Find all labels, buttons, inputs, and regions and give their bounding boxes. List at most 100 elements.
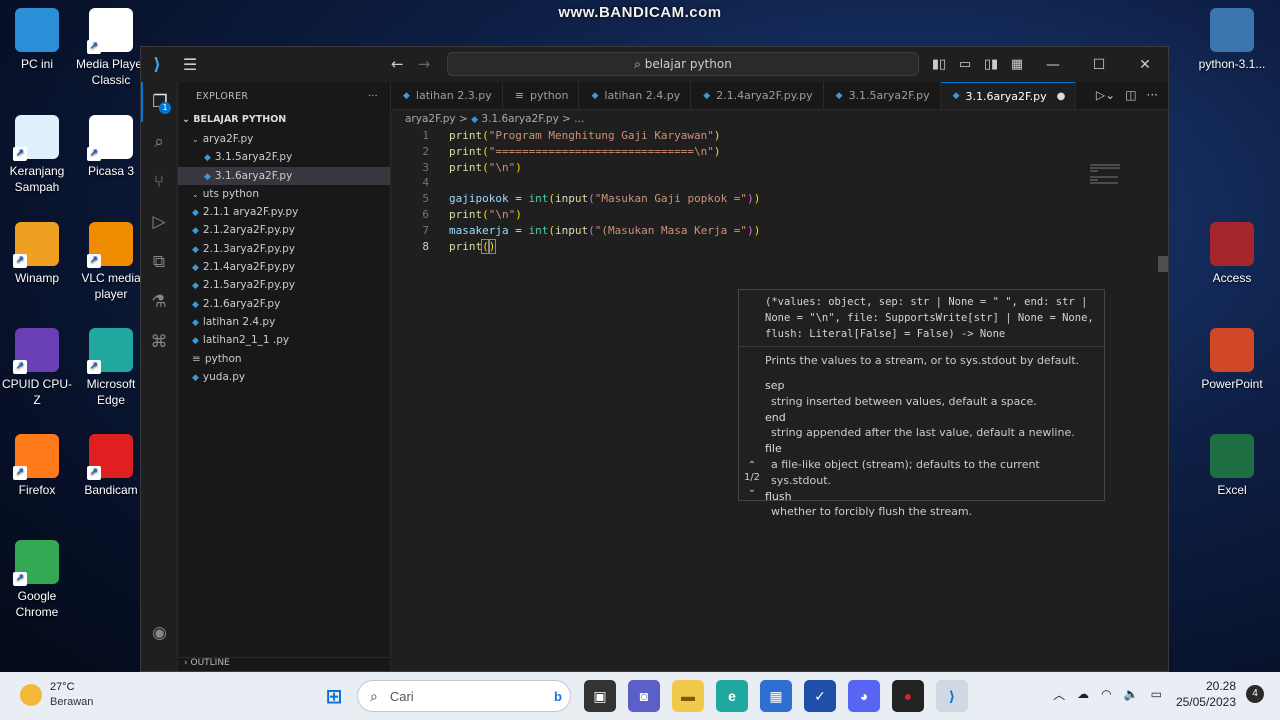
split-editor-icon[interactable]: ◫ bbox=[1125, 88, 1136, 102]
visual-studio-icon[interactable]: ✓ bbox=[804, 680, 836, 712]
teams-chat-icon[interactable]: ◙ bbox=[628, 680, 660, 712]
workspace-section[interactable]: ⌄ BELAJAR PYTHON bbox=[178, 110, 390, 130]
desktop-icon[interactable]: ↗ Picasa 3 bbox=[74, 115, 148, 179]
account-icon[interactable]: ◉ bbox=[141, 613, 178, 653]
notification-badge[interactable]: 4 bbox=[1246, 685, 1264, 703]
chevron-down-icon[interactable]: ⌄ bbox=[741, 484, 763, 496]
bandicam-taskbar-icon[interactable]: ● bbox=[892, 680, 924, 712]
taskbar-search[interactable]: ⌕ Cari b bbox=[357, 680, 571, 712]
more-actions-icon[interactable]: ··· bbox=[1147, 88, 1158, 102]
breadcrumb-rest: > ... bbox=[562, 113, 585, 125]
battery-icon[interactable]: ▭ bbox=[1151, 687, 1162, 701]
desktop-icon[interactable]: ↗ Google Chrome bbox=[0, 540, 74, 620]
desktop-icon[interactable]: ↗ VLC media player bbox=[74, 222, 148, 302]
toggle-panel-icon[interactable]: ▭ bbox=[952, 57, 978, 72]
run-icon[interactable]: ▷⌄ bbox=[1096, 88, 1115, 102]
desktop-icon[interactable]: PowerPoint bbox=[1195, 328, 1269, 392]
explorer-icon[interactable]: ❐ 1 bbox=[141, 82, 177, 122]
menu-icon[interactable]: ☰ bbox=[173, 55, 207, 74]
desktop-icon[interactable]: ↗ CPUID CPU-Z bbox=[0, 328, 74, 408]
wifi-icon[interactable]: ◠ bbox=[1101, 687, 1111, 701]
editor-tab[interactable]: ≡ python bbox=[503, 82, 580, 109]
tree-folder[interactable]: ⌄ uts python bbox=[178, 185, 390, 203]
chevron-up-tray-icon[interactable]: ︿ bbox=[1053, 686, 1065, 703]
network-alert-icon[interactable]: ☁ bbox=[1077, 687, 1089, 701]
tree-file[interactable]: ◆ 2.1.3arya2F.py.py bbox=[178, 240, 390, 258]
microsoft-store-icon[interactable]: ▦ bbox=[760, 680, 792, 712]
minimap[interactable] bbox=[1090, 164, 1120, 185]
tree-file[interactable]: ◆ 2.1.4arya2F.py.py bbox=[178, 258, 390, 276]
desktop-icon-label: Microsoft Edge bbox=[86, 377, 136, 407]
editor-tab[interactable]: ◆ 2.1.4arya2F.py.py bbox=[691, 82, 824, 109]
code-line[interactable]: 7 masakerja = int(input("(Masukan Masa Ke… bbox=[391, 223, 1168, 239]
code-line[interactable]: 6 print("\n") bbox=[391, 207, 1168, 223]
source-control-icon[interactable]: ⑂ bbox=[141, 162, 177, 202]
tree-file[interactable]: ◆ latihan2_1_1 .py bbox=[178, 331, 390, 349]
desktop-icon[interactable]: ↗ Bandicam bbox=[74, 434, 148, 498]
code-line[interactable]: 2 print("==============================\n… bbox=[391, 144, 1168, 160]
param-name: file bbox=[765, 442, 782, 456]
desktop-icon[interactable]: ↗ Microsoft Edge bbox=[74, 328, 148, 408]
forward-arrow-icon[interactable]: → bbox=[418, 55, 431, 73]
close-button[interactable]: ✕ bbox=[1122, 57, 1168, 73]
editor-tab[interactable]: ◆ latihan 2.3.py bbox=[391, 82, 503, 109]
file-explorer-icon[interactable]: ▬ bbox=[672, 680, 704, 712]
command-center[interactable]: ⌕ belajar python bbox=[447, 52, 919, 76]
tree-file[interactable]: ◆ 2.1.2arya2F.py.py bbox=[178, 221, 390, 239]
discord-icon[interactable]: ◕ bbox=[848, 680, 880, 712]
code-line[interactable]: 8 print() bbox=[391, 238, 1168, 255]
search-activity-icon[interactable]: ⌕ bbox=[141, 122, 177, 162]
code-line[interactable]: 3 print("\n") bbox=[391, 160, 1168, 176]
extensions-icon[interactable]: ⧉ bbox=[141, 242, 177, 282]
tree-file[interactable]: ◆ 3.1.5arya2F.py bbox=[178, 148, 390, 166]
code-line[interactable]: 5 gajipokok = int(input("Masukan Gaji pop… bbox=[391, 191, 1168, 207]
back-arrow-icon[interactable]: ← bbox=[391, 55, 404, 73]
edge-taskbar-icon[interactable]: e bbox=[716, 680, 748, 712]
tree-folder[interactable]: ⌄ arya2F.py bbox=[178, 130, 390, 148]
code-line[interactable]: 1 print("Program Menghitung Gaji Karyawan… bbox=[391, 128, 1168, 144]
chevron-up-icon[interactable]: ⌃ bbox=[741, 460, 763, 472]
tree-file[interactable]: ≡ python bbox=[178, 350, 390, 368]
desktop-icon[interactable]: Excel bbox=[1195, 434, 1269, 498]
editor-tab[interactable]: ◆ latihan 2.4.py bbox=[579, 82, 692, 109]
breadcrumb-file[interactable]: 3.1.6arya2F.py bbox=[481, 113, 558, 125]
run-debug-icon[interactable]: ▷ bbox=[141, 202, 177, 242]
code-line[interactable]: 4 bbox=[391, 175, 1168, 191]
editor-tab[interactable]: ◆ 3.1.6arya2F.py ● bbox=[940, 82, 1077, 109]
code-editor[interactable]: 1 print("Program Menghitung Gaji Karyawan… bbox=[391, 128, 1168, 254]
volume-icon[interactable]: 🔈 bbox=[1124, 687, 1139, 701]
tree-file[interactable]: ◆ yuda.py bbox=[178, 368, 390, 386]
breadcrumb-folder[interactable]: arya2F.py bbox=[405, 113, 456, 125]
desktop-icon[interactable]: ↗ Firefox bbox=[0, 434, 74, 498]
python-env-icon[interactable]: ⌘ bbox=[141, 322, 177, 362]
clock[interactable]: 20.28 25/05/2023 bbox=[1176, 678, 1236, 710]
outline-section[interactable]: › OUTLINE bbox=[178, 657, 390, 671]
maximize-button[interactable]: ☐ bbox=[1076, 57, 1122, 73]
tree-file[interactable]: ◆ 2.1.5arya2F.py.py bbox=[178, 276, 390, 294]
tree-file[interactable]: ◆ 2.1.1 arya2F.py.py bbox=[178, 203, 390, 221]
start-windows-icon[interactable]: ⊞ bbox=[318, 680, 350, 712]
explorer-more-button[interactable]: ··· bbox=[368, 91, 378, 102]
minimize-button[interactable]: — bbox=[1030, 57, 1076, 73]
weather-widget[interactable]: 27°C Berawan bbox=[20, 680, 93, 710]
editor-tab[interactable]: ◆ 3.1.5arya2F.py bbox=[824, 82, 941, 109]
desktop-icon[interactable]: python-3.1... bbox=[1195, 8, 1269, 72]
testing-icon[interactable]: ⚗ bbox=[141, 282, 177, 322]
toggle-primary-sidebar-icon[interactable]: ▮▯ bbox=[926, 57, 952, 72]
desktop-icon[interactable]: PC ini bbox=[0, 8, 74, 72]
desktop-icon[interactable]: ↗ Keranjang Sampah bbox=[0, 115, 74, 195]
desktop-icon[interactable]: ↗ Winamp bbox=[0, 222, 74, 286]
bing-icon[interactable]: b bbox=[554, 689, 562, 704]
tree-file[interactable]: ◆ 2.1.6arya2F.py bbox=[178, 295, 390, 313]
code-text: print("==============================\n"… bbox=[449, 144, 721, 160]
task-view-icon[interactable]: ▣ bbox=[584, 680, 616, 712]
desktop-icon[interactable]: Access bbox=[1195, 222, 1269, 286]
customize-layout-icon[interactable]: ▦ bbox=[1004, 57, 1030, 72]
unsaved-dot-icon[interactable]: ● bbox=[1057, 91, 1066, 102]
desktop-icon[interactable]: ↗ Media Player Classic bbox=[74, 8, 148, 88]
toggle-secondary-sidebar-icon[interactable]: ▯▮ bbox=[978, 57, 1004, 72]
tree-file[interactable]: ◆ latihan 2.4.py bbox=[178, 313, 390, 331]
tree-file[interactable]: ◆ 3.1.6arya2F.py bbox=[178, 166, 390, 185]
vertical-scrollbar[interactable] bbox=[1158, 256, 1168, 272]
vscode-taskbar-icon[interactable]: ⟩ bbox=[936, 680, 968, 712]
